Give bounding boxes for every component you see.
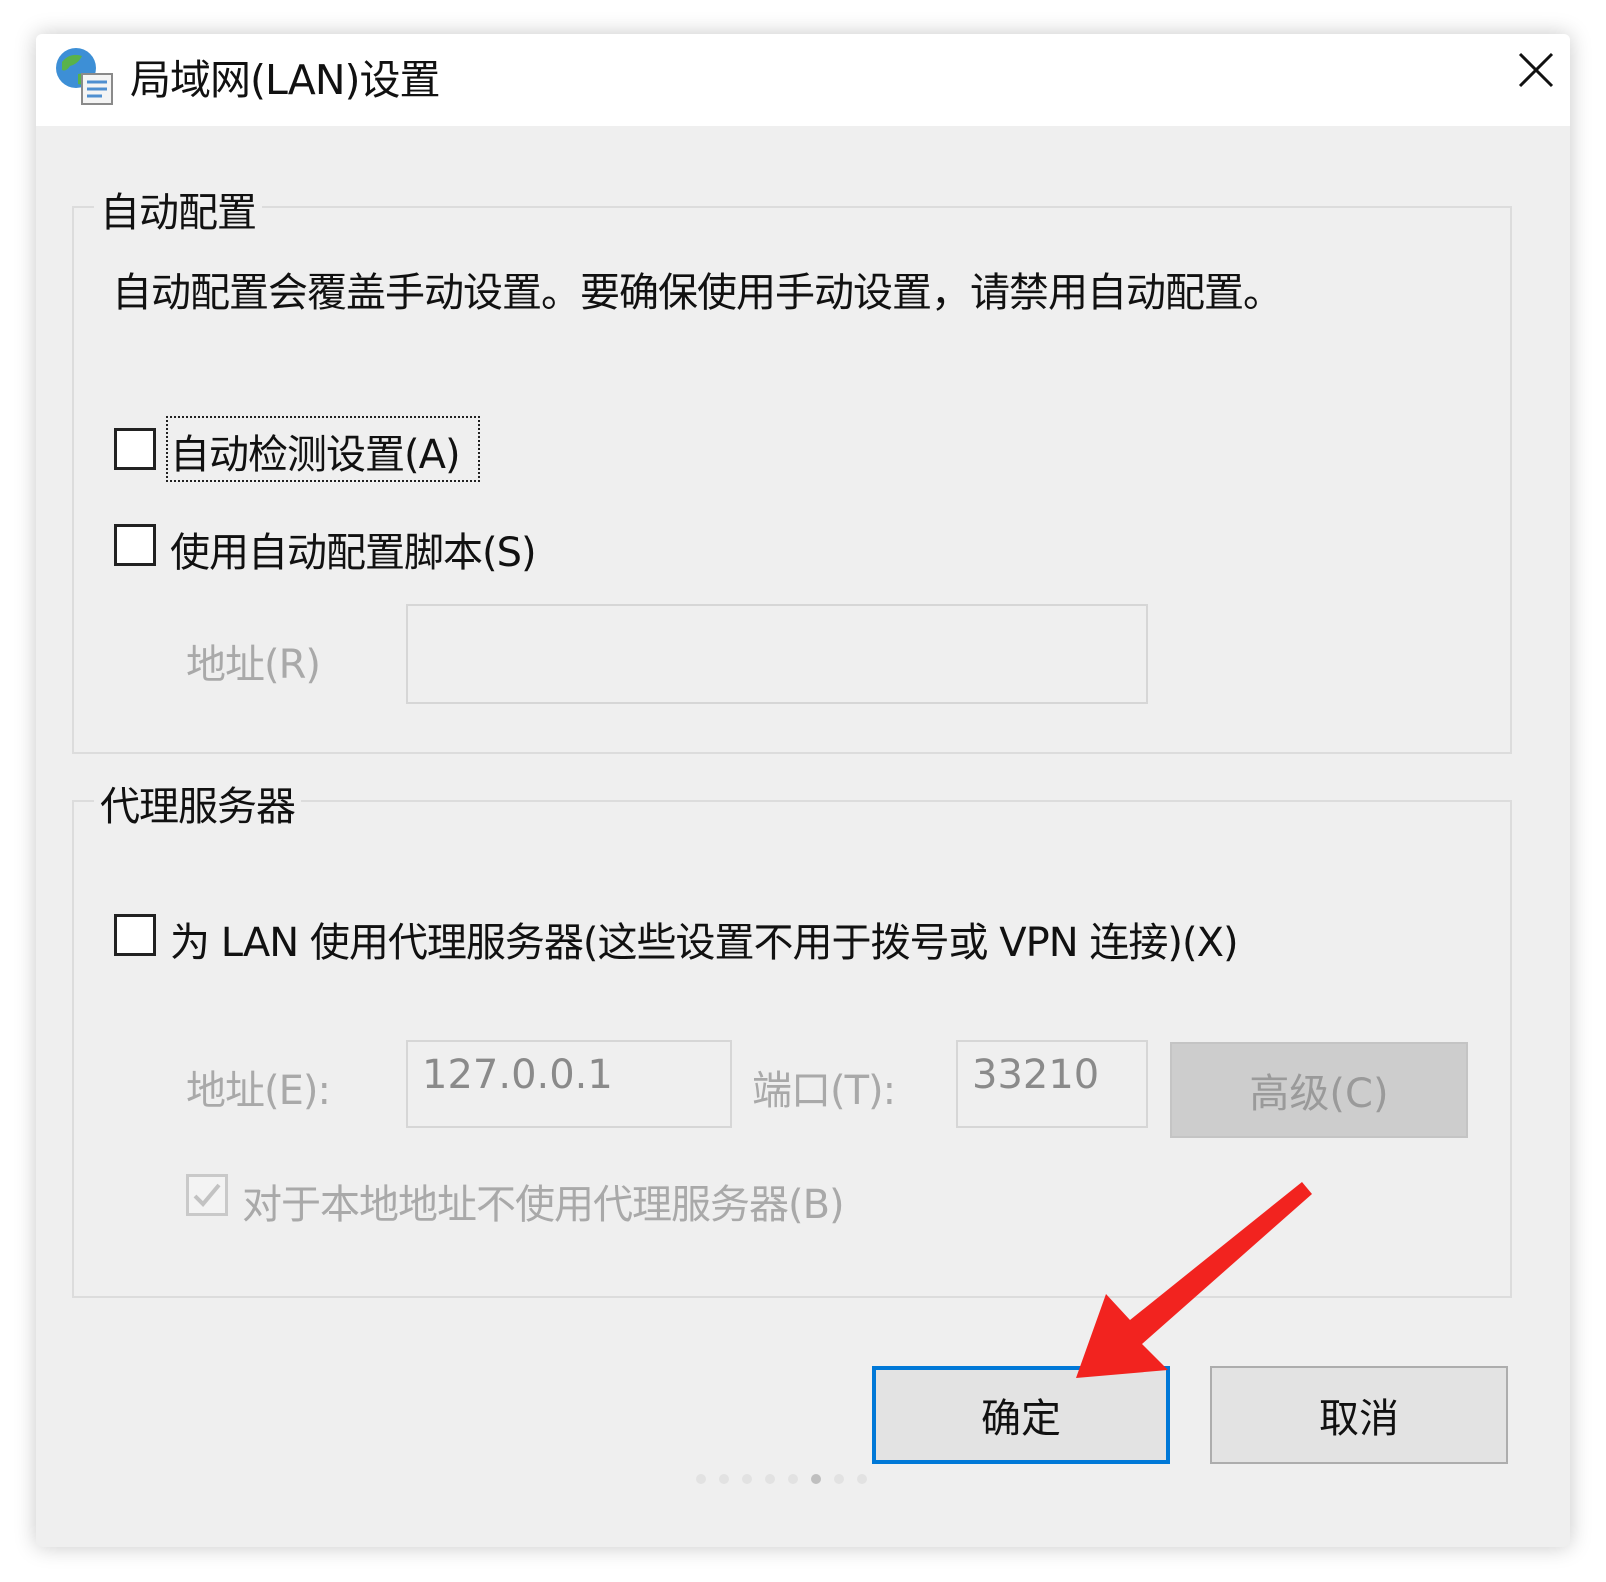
window-title: 局域网(LAN)设置 (130, 56, 440, 104)
proxy-legend: 代理服务器 (94, 774, 301, 832)
page-dot[interactable] (696, 1474, 706, 1484)
proxy-address-label: 地址(E): (186, 1068, 331, 1114)
proxy-address-input[interactable]: 127.0.0.1 (406, 1040, 732, 1128)
page-dot[interactable] (765, 1474, 775, 1484)
proxy-port-input[interactable]: 33210 (956, 1040, 1148, 1128)
auto-detect-label[interactable]: 自动检测设置(A) (170, 422, 461, 480)
auto-detect-checkbox[interactable] (114, 428, 156, 470)
page-dot[interactable] (811, 1474, 821, 1484)
script-address-input[interactable] (406, 604, 1148, 704)
page-dot[interactable] (857, 1474, 867, 1484)
use-script-label[interactable]: 使用自动配置脚本(S) (170, 520, 537, 578)
cancel-button[interactable]: 取消 (1210, 1366, 1508, 1464)
proxy-port-label: 端口(T): (752, 1068, 896, 1114)
ok-button[interactable]: 确定 (872, 1366, 1170, 1464)
use-script-checkbox[interactable] (114, 524, 156, 566)
auto-config-description: 自动配置会覆盖手动设置。要确保使用手动设置，请禁用自动配置。 (112, 270, 1283, 316)
page-dot[interactable] (719, 1474, 729, 1484)
lan-settings-dialog: 局域网(LAN)设置 自动配置 自动配置会覆盖手动设置。要确保使用手动设置，请禁… (36, 34, 1570, 1547)
checkmark-icon (193, 1183, 221, 1207)
bypass-local-label[interactable]: 对于本地地址不使用代理服务器(B) (242, 1172, 845, 1230)
advanced-button[interactable]: 高级(C) (1170, 1042, 1468, 1138)
network-settings-icon (56, 48, 113, 105)
page-indicator (696, 1474, 867, 1484)
script-address-label: 地址(R) (186, 642, 321, 688)
close-icon[interactable] (1510, 44, 1562, 96)
auto-config-legend: 自动配置 (94, 180, 262, 238)
page-dot[interactable] (742, 1474, 752, 1484)
page-dot[interactable] (834, 1474, 844, 1484)
bypass-local-checkbox[interactable] (186, 1174, 228, 1216)
title-bar: 局域网(LAN)设置 (36, 34, 1570, 126)
use-proxy-label[interactable]: 为 LAN 使用代理服务器(这些设置不用于拨号或 VPN 连接)(X) (170, 910, 1239, 968)
use-proxy-checkbox[interactable] (114, 914, 156, 956)
page-dot[interactable] (788, 1474, 798, 1484)
